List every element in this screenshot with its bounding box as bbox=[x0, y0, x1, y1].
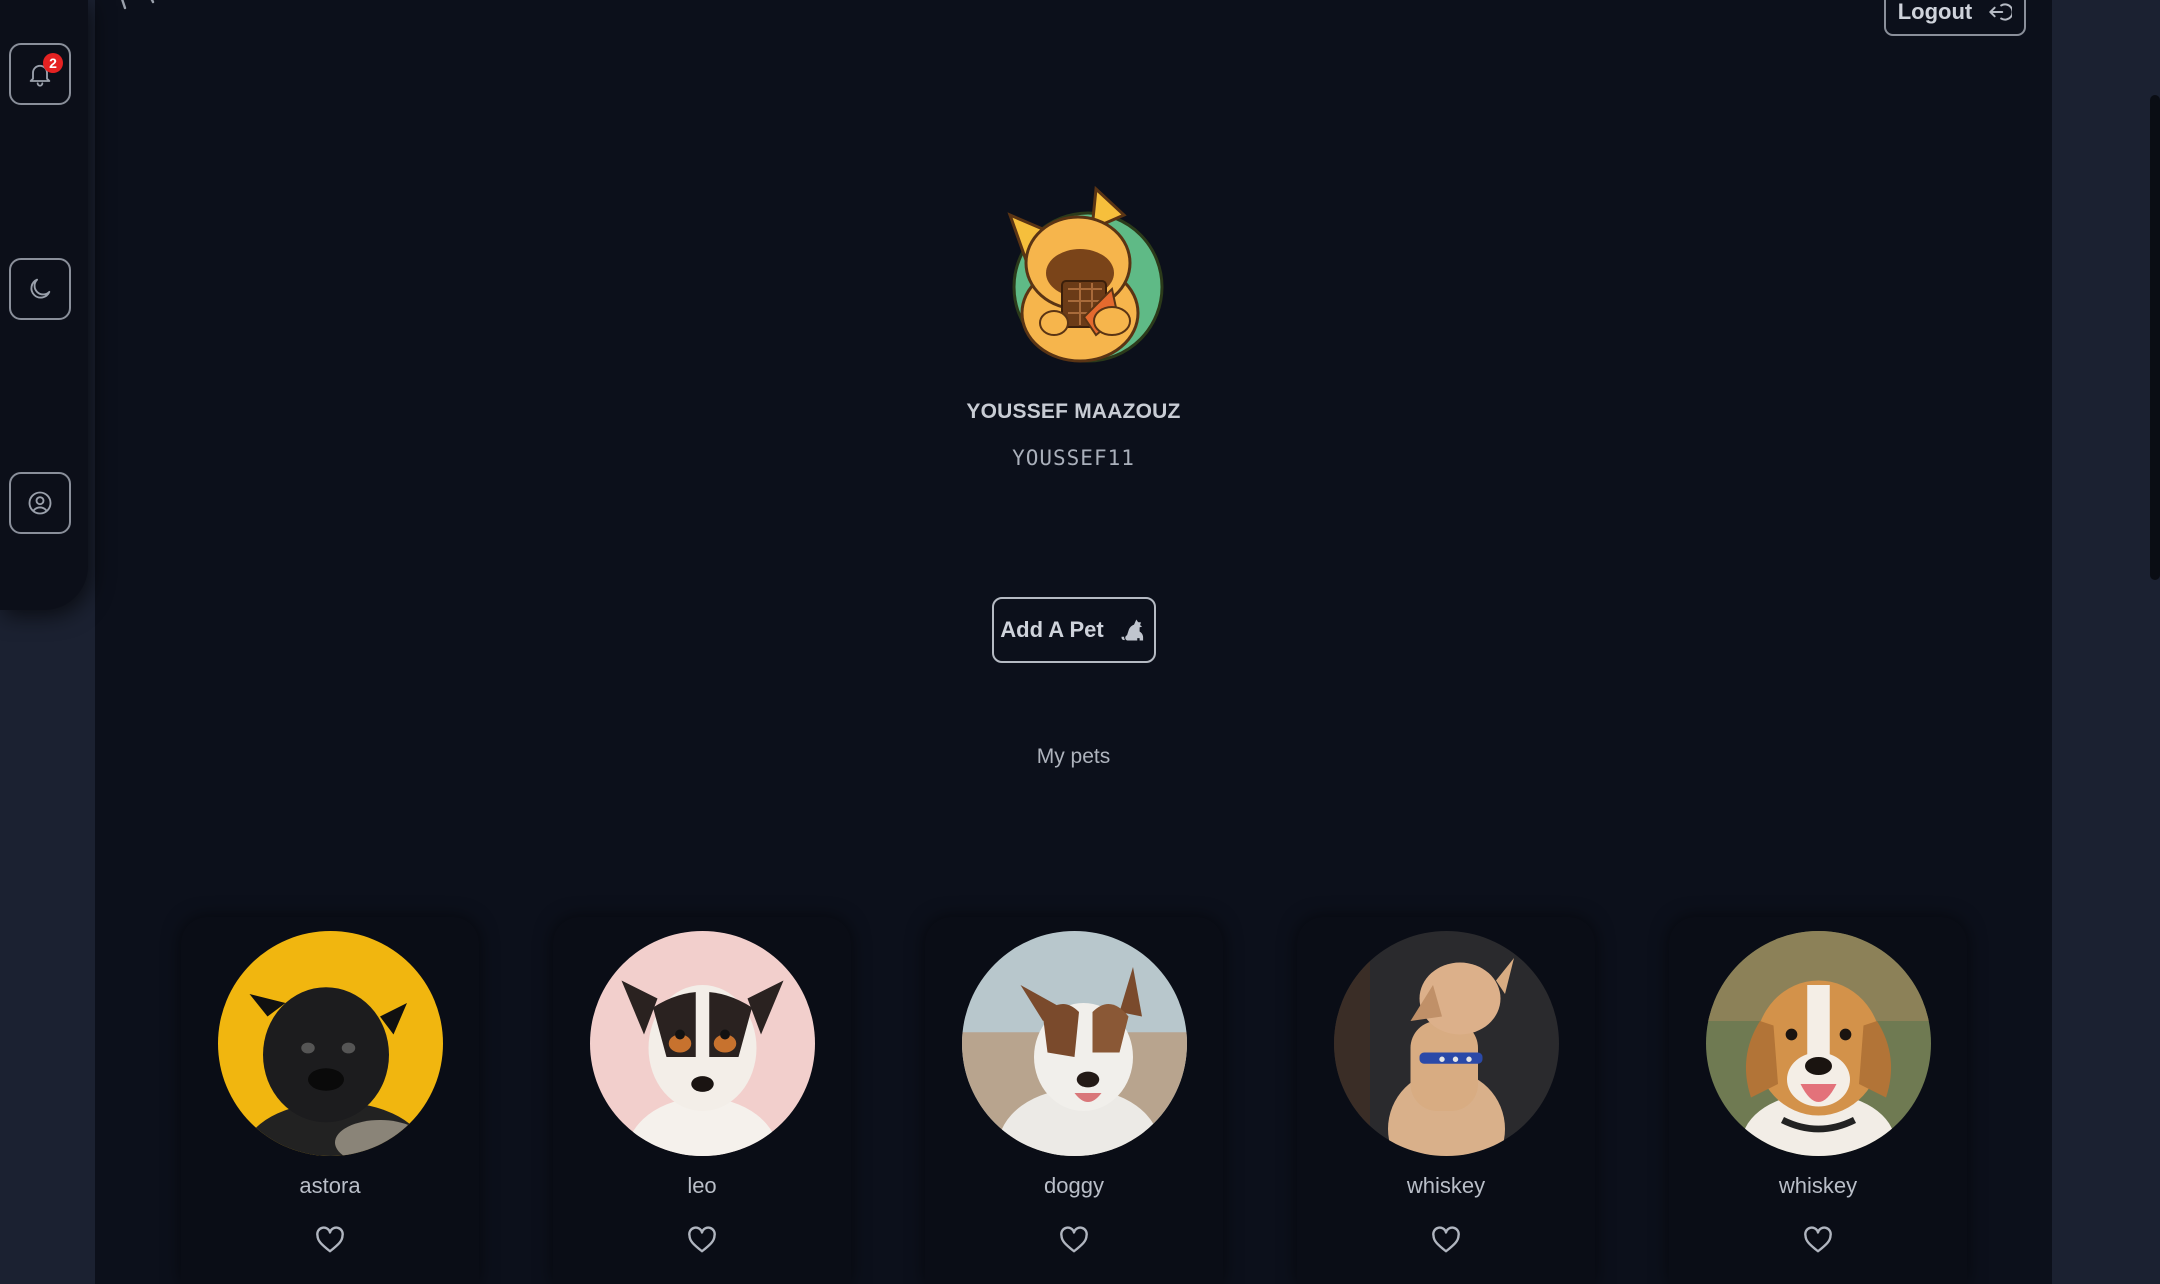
profile-full-name: YOUSSEF MAAZOUZ bbox=[966, 400, 1181, 423]
pet-photo bbox=[1334, 931, 1559, 1156]
profile-avatar bbox=[1007, 185, 1164, 363]
logout-icon bbox=[1989, 3, 2013, 21]
pet-name: whiskey bbox=[1406, 1173, 1486, 1198]
sidebar: 2 bbox=[0, 0, 88, 610]
pet-name: whiskey bbox=[1778, 1173, 1858, 1198]
heart-icon bbox=[316, 1226, 344, 1253]
back-arrow-icon[interactable] bbox=[115, 0, 159, 16]
profile-username: YOUSSEF11 bbox=[1012, 446, 1135, 470]
logout-label: Logout bbox=[1897, 0, 1973, 24]
pet-photo bbox=[962, 931, 1187, 1156]
heart-icon bbox=[688, 1226, 716, 1253]
pet-card[interactable]: leo bbox=[553, 917, 851, 1284]
notification-count-badge: 2 bbox=[43, 53, 63, 73]
page-background bbox=[2052, 0, 2149, 1284]
pet-name: doggy bbox=[1044, 1173, 1104, 1198]
heart-icon bbox=[1060, 1226, 1088, 1253]
notifications-button[interactable]: 2 bbox=[9, 43, 71, 105]
dog-icon bbox=[1121, 619, 1143, 641]
favorite-button[interactable] bbox=[1050, 1222, 1098, 1258]
favorite-button[interactable] bbox=[1794, 1222, 1842, 1258]
add-pet-label: Add A Pet bbox=[1000, 617, 1104, 642]
pet-card[interactable]: whiskey bbox=[1669, 917, 1967, 1284]
main-content: Logout YOUSSEF MAAZOUZ YOUSSEF11 Add A P… bbox=[95, 0, 2052, 1284]
my-pets-heading: My pets bbox=[1036, 745, 1111, 768]
scrollbar-thumb[interactable] bbox=[2150, 95, 2160, 580]
favorite-button[interactable] bbox=[306, 1222, 354, 1258]
pet-card[interactable]: doggy bbox=[925, 917, 1223, 1284]
theme-toggle-button[interactable] bbox=[9, 258, 71, 320]
moon-icon bbox=[30, 278, 51, 299]
heart-icon bbox=[1432, 1226, 1460, 1253]
profile-button[interactable] bbox=[9, 472, 71, 534]
add-pet-button[interactable]: Add A Pet bbox=[992, 597, 1156, 663]
user-circle-icon bbox=[28, 491, 52, 515]
heart-icon bbox=[1804, 1226, 1832, 1253]
pet-card[interactable]: astora bbox=[181, 917, 479, 1284]
pet-name: leo bbox=[687, 1173, 717, 1198]
favorite-button[interactable] bbox=[1422, 1222, 1470, 1258]
pet-photo bbox=[1706, 931, 1931, 1156]
pet-photo bbox=[218, 931, 443, 1156]
favorite-button[interactable] bbox=[678, 1222, 726, 1258]
pet-name: astora bbox=[299, 1173, 361, 1198]
pet-card[interactable]: whiskey bbox=[1297, 917, 1595, 1284]
pet-photo bbox=[590, 931, 815, 1156]
logout-button[interactable]: Logout bbox=[1884, 0, 2026, 36]
